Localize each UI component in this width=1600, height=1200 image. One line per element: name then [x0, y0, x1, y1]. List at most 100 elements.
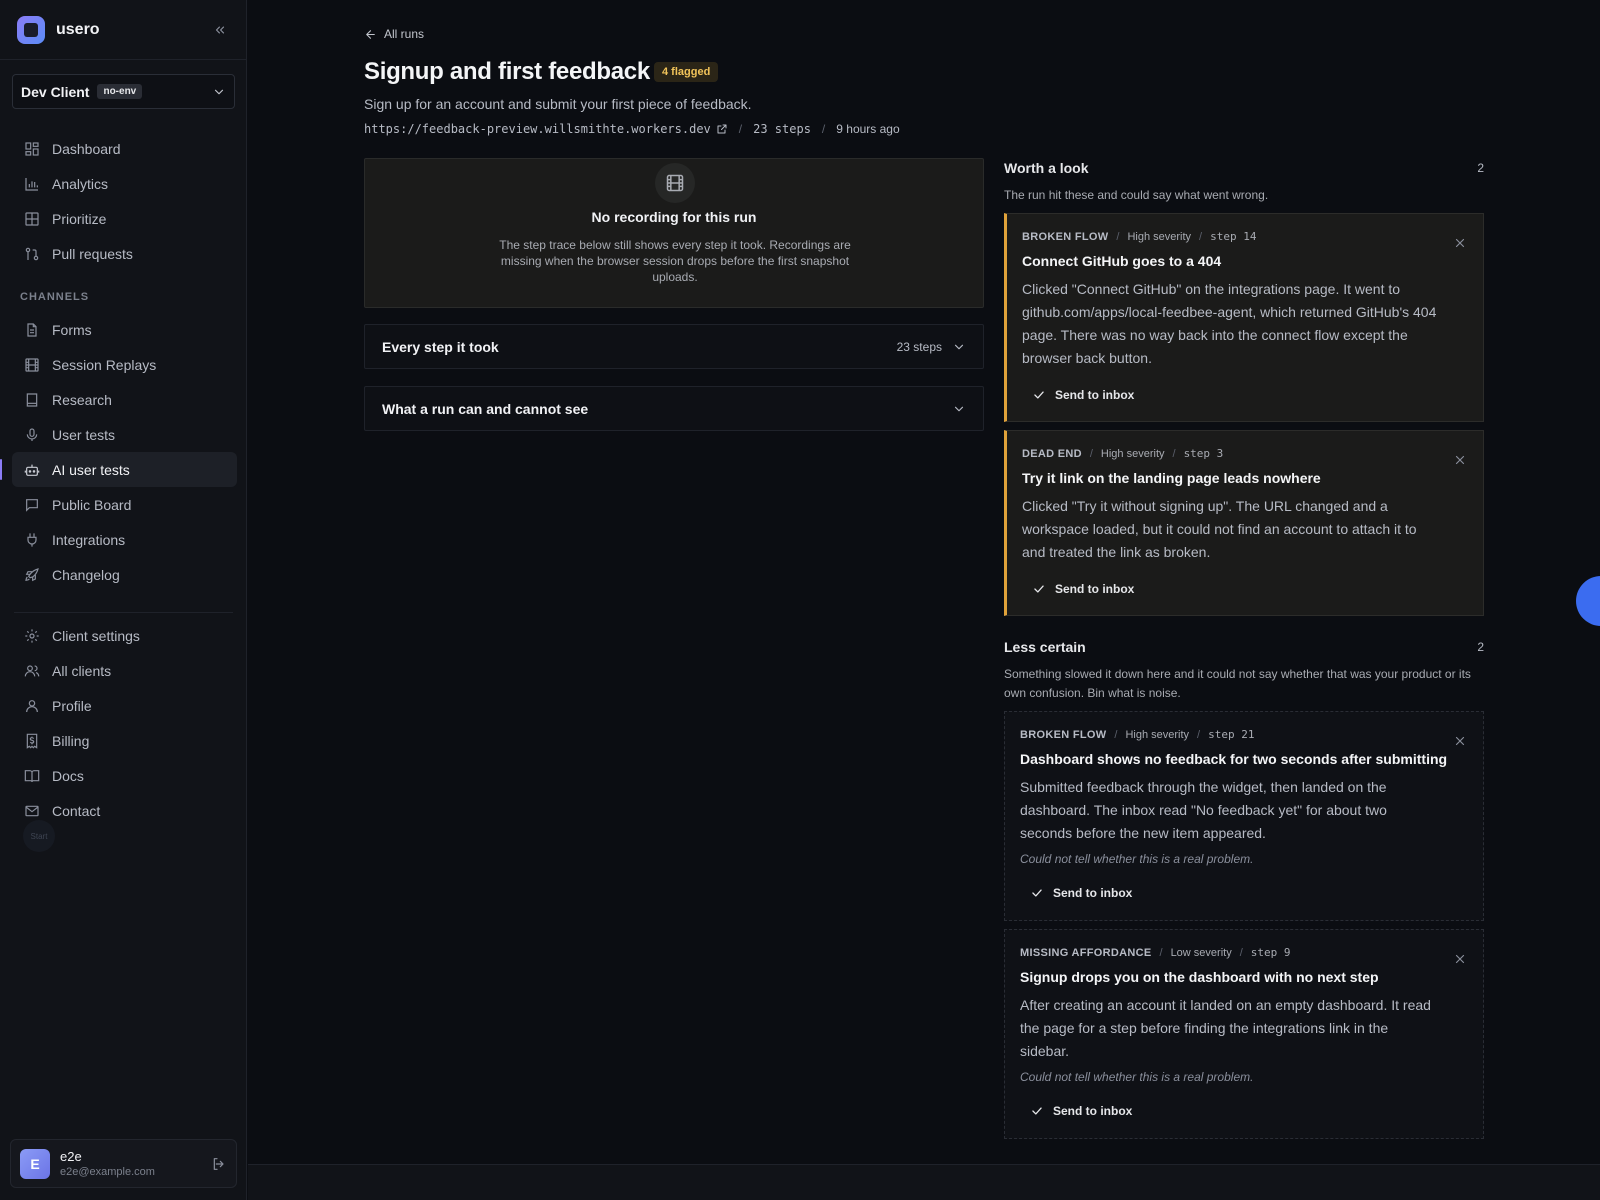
file-text-icon: [24, 322, 40, 338]
nav-item-client-settings[interactable]: Client settings: [12, 618, 237, 653]
avatar: E: [20, 1148, 50, 1179]
nav-label: Prioritize: [52, 210, 107, 227]
nav-item-all-clients[interactable]: All clients: [12, 653, 237, 688]
settings-nav: Client settings All clients Profile Bill…: [12, 618, 237, 828]
dismiss-icon[interactable]: [1453, 453, 1469, 469]
send-to-inbox-button[interactable]: Send to inbox: [1022, 576, 1144, 602]
nav-item-public-board[interactable]: Public Board: [12, 487, 237, 522]
recording-title: No recording for this run: [591, 209, 757, 225]
accordion-title: What a run can and cannot see: [382, 400, 589, 417]
finding-card: BROKEN FLOW / High severity / step 21 Da…: [1004, 711, 1484, 921]
finding-body: Clicked "Try it without signing up". The…: [1022, 498, 1417, 560]
dismiss-icon[interactable]: [1453, 734, 1469, 750]
steps-accordion[interactable]: Every step it took 23 steps: [364, 324, 984, 369]
nav-label: Forms: [52, 321, 92, 338]
nav-label: Session Replays: [52, 356, 157, 373]
nav-label: Docs: [52, 767, 84, 784]
nav-item-integrations[interactable]: Integrations: [12, 522, 237, 557]
section-description: Something slowed it down here and it cou…: [1004, 667, 1471, 700]
message-square-icon: [24, 497, 40, 513]
brand[interactable]: usero: [17, 16, 100, 44]
book-icon: [24, 392, 40, 408]
chevron-down-icon: [212, 85, 226, 99]
git-pull-request-icon: [24, 246, 40, 262]
finding-body: Submitted feedback through the widget, t…: [1020, 779, 1387, 841]
nav-item-research[interactable]: Research: [12, 382, 237, 417]
receipt-dollar-icon: [24, 733, 40, 749]
nav-item-analytics[interactable]: Analytics: [12, 166, 237, 201]
run-steps: 23 steps: [753, 122, 811, 136]
send-to-inbox-button[interactable]: Send to inbox: [1022, 382, 1144, 408]
finding-step: step 21: [1208, 728, 1255, 741]
finding-category: MISSING AFFORDANCE: [1020, 946, 1152, 959]
check-icon: [1030, 1104, 1044, 1118]
sidebar-divider: [14, 612, 233, 613]
dismiss-icon[interactable]: [1453, 952, 1469, 968]
brand-logo-icon: [17, 16, 45, 44]
meta-separator: /: [1114, 728, 1118, 741]
less-certain-header: Less certain 2: [1004, 639, 1484, 655]
finding-body: Clicked "Connect GitHub" on the integrat…: [1022, 281, 1437, 366]
nav-item-billing[interactable]: Billing: [12, 723, 237, 758]
channels-nav: Forms Session Replays Research User test…: [0, 312, 237, 592]
nav-label: Pull requests: [52, 245, 133, 262]
nav-item-dashboard[interactable]: Dashboard: [12, 131, 237, 166]
feedback-widget-button[interactable]: [1576, 576, 1600, 626]
section-title: Less certain: [1004, 639, 1086, 655]
section-title: Worth a look: [1004, 160, 1089, 176]
arrow-left-icon: [364, 28, 377, 41]
nav-label: Integrations: [52, 531, 126, 548]
nav-item-ai-user-tests[interactable]: AI user tests: [0, 452, 237, 487]
sidebar-divider: [0, 59, 247, 60]
finding-severity: High severity: [1125, 728, 1190, 741]
external-link-icon[interactable]: [716, 123, 728, 135]
brand-name: usero: [56, 21, 100, 38]
meta-separator: /: [1172, 447, 1176, 460]
send-to-inbox-button[interactable]: Send to inbox: [1020, 880, 1142, 906]
check-icon: [1030, 886, 1044, 900]
worth-a-look-header: Worth a look 2: [1004, 160, 1484, 176]
back-to-all-runs-link[interactable]: All runs: [364, 27, 424, 41]
finding-step: step 3: [1183, 447, 1224, 460]
mail-icon: [24, 803, 40, 819]
visibility-accordion[interactable]: What a run can and cannot see: [364, 386, 984, 431]
nav-item-user-tests[interactable]: User tests: [12, 417, 237, 452]
film-icon: [655, 163, 695, 203]
nav-label: Research: [52, 391, 112, 408]
finding-meta: DEAD END / High severity / step 3: [1022, 447, 1223, 460]
nav-item-profile[interactable]: Profile: [12, 688, 237, 723]
finding-title: Connect GitHub goes to a 404: [1022, 253, 1222, 269]
nav-label: Client settings: [52, 627, 140, 644]
book-open-icon: [24, 768, 40, 784]
chevron-down-icon: [952, 402, 966, 416]
chevron-down-icon: [952, 340, 966, 354]
nav-item-docs[interactable]: Docs: [12, 758, 237, 793]
run-url-link[interactable]: https://feedback-preview.willsmithte.wor…: [364, 122, 711, 136]
user-name: e2e: [60, 1149, 82, 1164]
finding-step: step 9: [1250, 946, 1291, 959]
client-name: Dev Client: [21, 83, 90, 100]
nav-item-pull-requests[interactable]: Pull requests: [12, 236, 237, 271]
nav-item-session-replays[interactable]: Session Replays: [12, 347, 237, 382]
meta-separator: /: [1197, 728, 1201, 741]
meta-separator: /: [821, 122, 826, 136]
nav-item-forms[interactable]: Forms: [12, 312, 237, 347]
start-button[interactable]: Start: [23, 820, 55, 852]
user-card[interactable]: E e2e e2e@example.com: [10, 1139, 237, 1188]
logout-icon[interactable]: [211, 1156, 227, 1172]
finding-severity: High severity: [1127, 230, 1192, 243]
run-meta: https://feedback-preview.willsmithte.wor…: [364, 122, 900, 136]
nav-item-changelog[interactable]: Changelog: [12, 557, 237, 592]
nav-label: User tests: [52, 426, 116, 443]
send-to-inbox-button[interactable]: Send to inbox: [1020, 1098, 1142, 1124]
finding-body: After creating an account it landed on a…: [1020, 997, 1431, 1059]
uncertainty-note: Could not tell whether this is a real pr…: [1020, 1070, 1254, 1084]
run-time-ago: 9 hours ago: [836, 122, 900, 136]
nav-item-prioritize[interactable]: Prioritize: [12, 201, 237, 236]
collapse-sidebar-icon[interactable]: [210, 20, 230, 40]
env-badge: no-env: [97, 84, 143, 99]
dismiss-icon[interactable]: [1453, 236, 1469, 252]
finding-category: BROKEN FLOW: [1020, 728, 1107, 741]
page-title: Signup and first feedback: [364, 58, 650, 85]
client-selector[interactable]: Dev Client no-env: [12, 74, 235, 109]
